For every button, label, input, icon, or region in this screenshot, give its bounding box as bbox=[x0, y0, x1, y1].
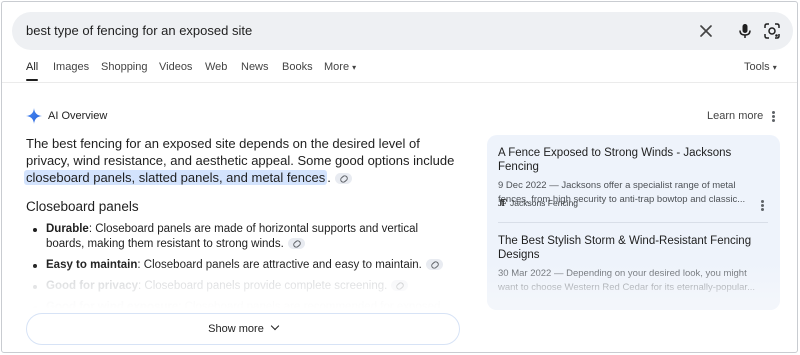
bullet-term: Good for privacy bbox=[46, 280, 139, 292]
bullet-text: : Closeboard panels are attractive and e… bbox=[137, 259, 422, 271]
source-item[interactable]: The Best Stylish Storm & Wind-Resistant … bbox=[498, 234, 766, 295]
search-bar[interactable]: best type of fencing for an exposed site bbox=[12, 12, 793, 50]
section-heading: Closeboard panels bbox=[26, 199, 139, 214]
tab-all[interactable]: All bbox=[26, 61, 38, 73]
ai-overview-label: AI Overview bbox=[48, 110, 108, 122]
source-site: JF Jacksons Fencing bbox=[498, 198, 578, 208]
bullet-term: Easy to maintain bbox=[46, 259, 138, 271]
show-more-label: Show more bbox=[208, 323, 264, 335]
ai-overview-text: The best fencing for an exposed site dep… bbox=[24, 136, 455, 185]
list-item: Good for privacy: Closeboard panels prov… bbox=[26, 279, 456, 294]
link-chip-icon[interactable] bbox=[391, 280, 409, 292]
search-query[interactable]: best type of fencing for an exposed site bbox=[26, 23, 252, 38]
divider bbox=[2, 82, 797, 83]
tab-more-label: More bbox=[324, 61, 350, 73]
tab-shopping[interactable]: Shopping bbox=[101, 61, 148, 73]
more-vert-icon[interactable] bbox=[756, 199, 768, 213]
caret-down-icon: ▾ bbox=[352, 63, 357, 72]
tab-more[interactable]: More ▾ bbox=[324, 61, 356, 73]
tools-label: Tools bbox=[744, 61, 770, 73]
lens-icon[interactable] bbox=[762, 21, 782, 41]
link-chip-icon[interactable] bbox=[334, 173, 352, 185]
results-page: best type of fencing for an exposed site… bbox=[1, 1, 798, 353]
active-tab-indicator bbox=[26, 79, 38, 81]
bullet-text: : Closeboard panels provide complete scr… bbox=[138, 280, 388, 292]
source-snippet: 30 Mar 2022 — Depending on your desired … bbox=[498, 268, 755, 293]
source-title[interactable]: A Fence Exposed to Strong Winds - Jackso… bbox=[498, 146, 766, 174]
list-item: Easy to maintain: Closeboard panels are … bbox=[26, 258, 456, 273]
tab-images[interactable]: Images bbox=[53, 61, 89, 73]
tab-videos[interactable]: Videos bbox=[159, 61, 192, 73]
link-chip-icon[interactable] bbox=[287, 238, 305, 250]
overview-highlight[interactable]: closeboard panels, slatted panels, and m… bbox=[24, 170, 328, 185]
site-logo: JF bbox=[498, 198, 507, 208]
divider bbox=[498, 222, 768, 223]
search-tabs: All Images Shopping Videos Web News Book… bbox=[2, 57, 797, 81]
bullet-term: Good for wind exposure bbox=[46, 301, 179, 313]
tools-button[interactable]: Tools ▾ bbox=[744, 61, 777, 73]
bullet-text: : Closeboard panels are made of horizont… bbox=[46, 223, 419, 250]
site-name: Jacksons Fencing bbox=[510, 198, 579, 208]
show-more-button[interactable]: Show more bbox=[26, 313, 460, 345]
caret-down-icon: ▾ bbox=[772, 63, 777, 72]
tab-books[interactable]: Books bbox=[282, 61, 313, 73]
more-vert-icon[interactable] bbox=[767, 110, 779, 124]
list-item: Durable: Closeboard panels are made of h… bbox=[26, 222, 456, 252]
learn-more-link[interactable]: Learn more bbox=[707, 110, 763, 122]
chevron-down-icon bbox=[270, 321, 280, 331]
gemini-sparkle-icon bbox=[26, 108, 42, 124]
source-title[interactable]: The Best Stylish Storm & Wind-Resistant … bbox=[498, 234, 766, 262]
tab-web[interactable]: Web bbox=[205, 61, 227, 73]
overview-intro: The best fencing for an exposed site dep… bbox=[26, 136, 455, 168]
mic-icon[interactable] bbox=[735, 21, 755, 41]
bullet-term: Durable bbox=[46, 223, 89, 235]
tab-news[interactable]: News bbox=[241, 61, 269, 73]
clear-icon[interactable] bbox=[696, 21, 716, 41]
link-chip-icon[interactable] bbox=[425, 259, 443, 271]
sources-card: A Fence Exposed to Strong Winds - Jackso… bbox=[487, 135, 780, 310]
